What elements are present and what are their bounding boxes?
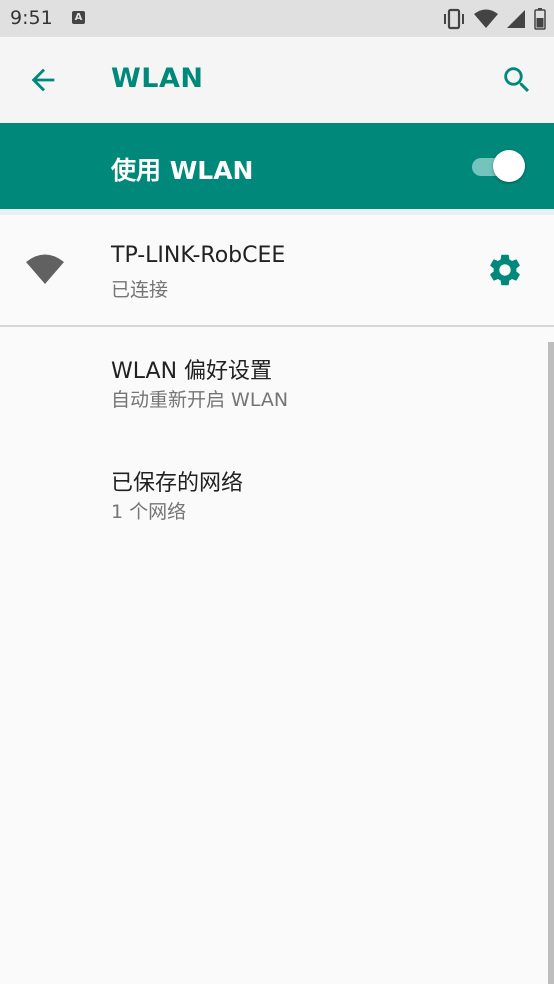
pref-title: WLAN 偏好设置 — [111, 359, 273, 384]
gear-icon — [490, 254, 520, 286]
wlan-toggle[interactable] — [472, 149, 526, 183]
network-status: 已连接 — [111, 279, 169, 301]
master-switch-label: 使用 WLAN — [111, 156, 254, 185]
pref-summary: 自动重新开启 WLAN — [111, 389, 289, 411]
status-time: 9:51 — [10, 7, 53, 29]
battery-icon — [534, 8, 546, 30]
search-button[interactable] — [500, 63, 534, 97]
toolbar: WLAN — [0, 37, 554, 123]
pref-summary: 1 个网络 — [111, 501, 187, 523]
saved-networks-item[interactable]: 已保存的网络 1 个网络 — [0, 439, 546, 551]
status-icons — [442, 8, 546, 30]
cell-signal-icon — [507, 10, 525, 28]
wifi-icon — [26, 254, 64, 284]
status-bar: 9:51 A — [0, 0, 554, 37]
connected-network-row[interactable]: TP-LINK-RobCEE 已连接 — [0, 215, 554, 325]
scrollbar[interactable] — [548, 342, 554, 984]
back-button[interactable] — [26, 63, 60, 97]
pref-title: 已保存的网络 — [111, 471, 244, 496]
search-icon — [504, 67, 530, 93]
a-letter-icon: A — [72, 11, 85, 24]
arrow-back-icon — [31, 68, 55, 92]
wlan-preferences-item[interactable]: WLAN 偏好设置 自动重新开启 WLAN — [0, 327, 546, 439]
wifi-signal-icon — [474, 9, 498, 28]
network-name: TP-LINK-RobCEE — [111, 243, 286, 268]
page-title: WLAN — [111, 63, 204, 94]
network-settings-button[interactable] — [486, 251, 524, 289]
vibrate-icon — [444, 8, 464, 30]
toggle-thumb — [493, 150, 525, 182]
wlan-master-switch-row[interactable]: 使用 WLAN — [0, 123, 554, 209]
